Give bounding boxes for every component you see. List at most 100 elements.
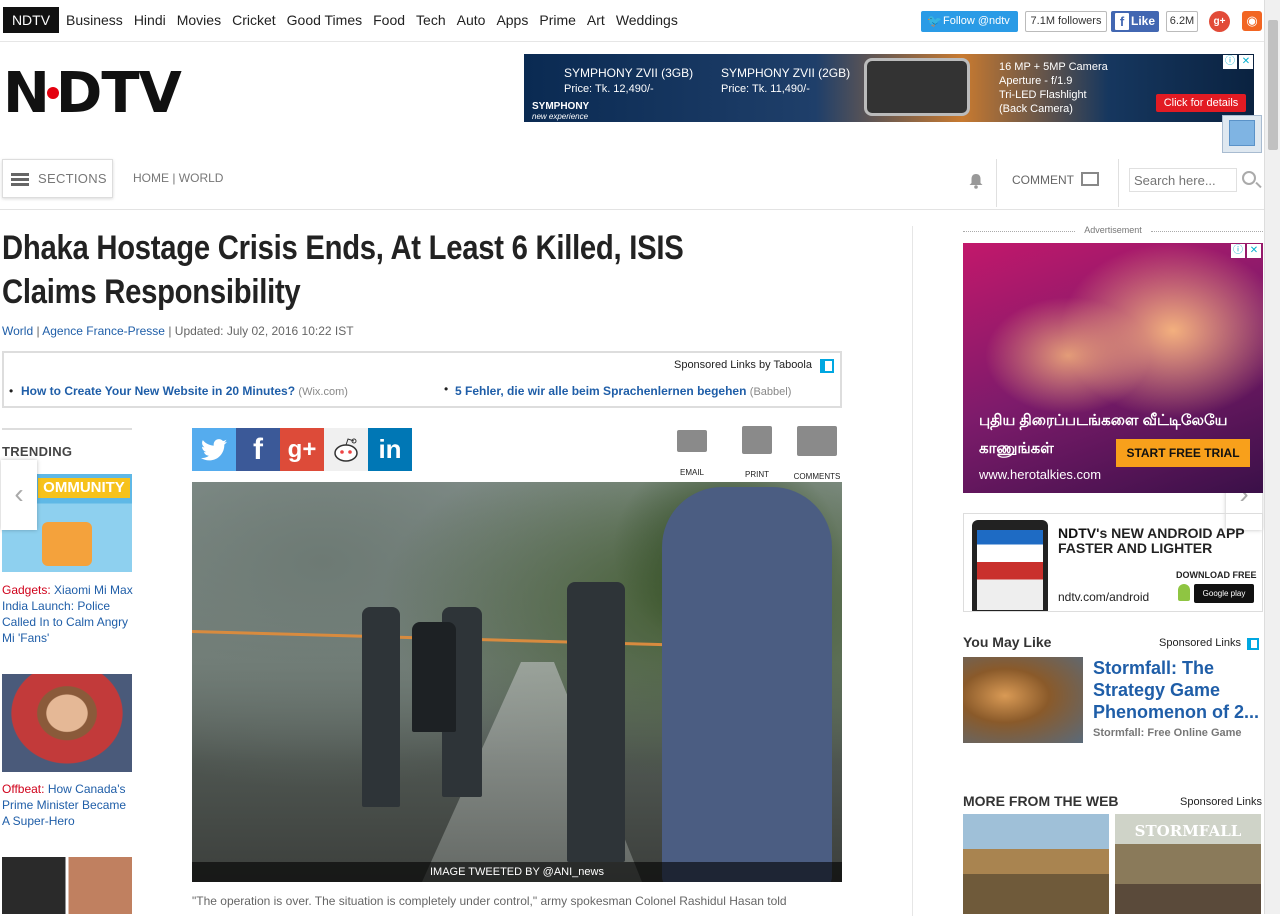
ad-close-icon[interactable]: ✕ — [1239, 55, 1253, 69]
scroll-down-button[interactable] — [1222, 115, 1262, 153]
trending-image-2[interactable] — [2, 674, 132, 772]
taboola-icon[interactable] — [820, 359, 834, 373]
ad-close-icon[interactable]: ✕ — [1247, 244, 1261, 258]
ad-spec-1: 16 MP + 5MP Camera — [999, 61, 1108, 73]
top-banner-ad[interactable]: SYMPHONY ZVII (3GB) Price: Tk. 12,490/- … — [524, 54, 1254, 122]
reddit-icon — [334, 438, 358, 462]
tile-2-title: STORMFALL — [1134, 822, 1242, 840]
email-label: EMAIL — [679, 468, 704, 477]
twitter-follower-count: 7.1M followers — [1025, 11, 1107, 32]
trending-image-3[interactable] — [2, 857, 132, 914]
ad-phone-image — [864, 58, 970, 116]
android-robot-icon — [1178, 584, 1190, 601]
twitter-share-button[interactable] — [192, 428, 236, 471]
nav-item-weddings[interactable]: Weddings — [616, 12, 678, 28]
you-may-like-title[interactable]: Stormfall: The Strategy Game Phenomenon … — [1093, 657, 1263, 723]
breadcrumb[interactable]: HOME | WORLD — [133, 171, 223, 185]
source-link[interactable]: Agence France-Presse — [42, 324, 165, 338]
ad-price-1: Price: Tk. 12,490/- — [564, 83, 654, 95]
trending-item-2[interactable]: Offbeat: How Canada's Prime Minister Bec… — [2, 781, 134, 829]
ad-price-2: Price: Tk. 11,490/- — [721, 83, 810, 95]
taboola-icon[interactable] — [1247, 638, 1259, 650]
adchoices-icon[interactable]: ⓘ — [1223, 55, 1237, 69]
top-nav: NDTV Business Hindi Movies Cricket Good … — [0, 0, 1264, 42]
you-may-like-image[interactable] — [963, 657, 1083, 743]
sponsored-links-label[interactable]: Sponsored Links — [1159, 637, 1241, 649]
search-input[interactable] — [1129, 168, 1237, 192]
right-banner-ad[interactable]: புதிய திரைப்படங்களை வீட்டிலேயே காணுங்கள் … — [963, 243, 1263, 493]
facebook-like-count: 6.2M — [1166, 11, 1198, 32]
twitter-follow-label: Follow @ndtv — [943, 15, 1010, 27]
print-tool[interactable]: PRINT — [740, 426, 774, 479]
rss-icon[interactable]: ◉ — [1242, 11, 1262, 31]
article-main-image[interactable]: IMAGE TWEETED BY @ANI_news — [192, 482, 842, 882]
start-free-trial-button[interactable]: START FREE TRIAL — [1116, 439, 1250, 467]
ad-click-details-button[interactable]: Click for details — [1156, 94, 1246, 112]
nav-item-auto[interactable]: Auto — [457, 12, 486, 28]
taboola-header[interactable]: Sponsored Links by Taboola — [674, 359, 812, 371]
nav-item-art[interactable]: Art — [587, 12, 605, 28]
nav-item-food[interactable]: Food — [373, 12, 405, 28]
trending-item-1-category: Gadgets: — [2, 583, 51, 597]
bullet: • — [444, 382, 449, 396]
sections-label: SECTIONS — [38, 171, 107, 186]
logo-text-dtv: DTV — [55, 61, 182, 126]
more-from-web-tile-1[interactable] — [963, 814, 1109, 914]
ad-spec-2: Aperture - f/1.9 — [999, 75, 1073, 87]
nav-item-business[interactable]: Business — [66, 12, 123, 28]
ad-spec-3: Tri-LED Flashlight — [999, 89, 1087, 101]
you-may-like-source[interactable]: Stormfall: Free Online Game — [1093, 727, 1242, 739]
facebook-like-button[interactable]: f Like — [1111, 11, 1159, 32]
page-scrollbar[interactable] — [1264, 0, 1280, 914]
trending-item-1[interactable]: Gadgets: Xiaomi Mi Max India Launch: Pol… — [2, 582, 134, 646]
trending-heading: TRENDING — [2, 428, 132, 459]
comments-label: COMMENTS — [793, 472, 841, 481]
logo-text-n: N — [3, 61, 50, 126]
sections-button[interactable]: SECTIONS — [2, 159, 113, 198]
more-from-web-heading: MORE FROM THE WEB — [963, 793, 1119, 809]
android-ad-brand: NDTV — [1058, 525, 1097, 541]
nav-item-hindi[interactable]: Hindi — [134, 12, 166, 28]
top-nav-list: Business Hindi Movies Cricket Good Times… — [66, 12, 689, 28]
comment-icon[interactable] — [1081, 172, 1099, 186]
nav-item-prime[interactable]: Prime — [539, 12, 576, 28]
image-person — [362, 607, 400, 807]
linkedin-share-button[interactable]: in — [368, 428, 412, 471]
image-person-foreground — [662, 487, 832, 882]
android-ad-headline: NDTV's NEW ANDROID APP FASTER AND LIGHTE… — [1058, 526, 1262, 556]
more-from-web-tile-2[interactable]: STORMFALL — [1115, 814, 1261, 914]
ndtv-home-tab[interactable]: NDTV — [3, 7, 59, 33]
taboola-link-2-source: (Babbel) — [749, 386, 792, 398]
comments-tool[interactable]: COMMENTS — [792, 426, 842, 481]
google-play-badge[interactable]: Google play — [1194, 584, 1254, 603]
taboola-link-1[interactable]: How to Create Your New Website in 20 Min… — [21, 384, 348, 398]
ndtv-logo[interactable]: N DTV — [3, 61, 182, 126]
nav-item-movies[interactable]: Movies — [177, 12, 221, 28]
carousel-prev-arrow[interactable]: ‹ — [1, 460, 37, 530]
you-may-like-heading: You May Like — [963, 634, 1052, 650]
ad-phone-image — [972, 520, 1048, 611]
adchoices-icon[interactable]: ⓘ — [1231, 244, 1245, 258]
scrollbar-thumb[interactable] — [1268, 20, 1278, 150]
nav-item-cricket[interactable]: Cricket — [232, 12, 276, 28]
category-link[interactable]: World — [2, 324, 33, 338]
nav-item-good-times[interactable]: Good Times — [287, 12, 362, 28]
nav-item-apps[interactable]: Apps — [496, 12, 528, 28]
search-icon[interactable] — [1242, 171, 1256, 185]
comment-link[interactable]: COMMENT — [1012, 173, 1074, 187]
google-plus-icon[interactable]: g+ — [1209, 11, 1230, 32]
print-label: PRINT — [745, 470, 769, 479]
logo-red-dot — [46, 86, 59, 99]
nav-item-tech[interactable]: Tech — [416, 12, 446, 28]
email-tool[interactable]: EMAIL — [676, 426, 708, 477]
twitter-follow-button[interactable]: 🐦 Follow @ndtv — [921, 11, 1018, 32]
ad-model-2: SYMPHONY ZVII (2GB) — [721, 66, 851, 80]
google-plus-share-button[interactable]: g+ — [280, 428, 324, 471]
reddit-share-button[interactable] — [324, 428, 368, 471]
bell-icon[interactable] — [969, 173, 983, 189]
sponsored-links-label[interactable]: Sponsored Links — [1180, 796, 1262, 808]
comments-icon — [797, 426, 837, 456]
facebook-share-button[interactable]: f — [236, 428, 280, 471]
taboola-link-2[interactable]: 5 Fehler, die wir alle beim Sprachenlern… — [455, 384, 791, 398]
ndtv-android-app-ad[interactable]: NDTV's NEW ANDROID APP FASTER AND LIGHTE… — [963, 513, 1263, 612]
